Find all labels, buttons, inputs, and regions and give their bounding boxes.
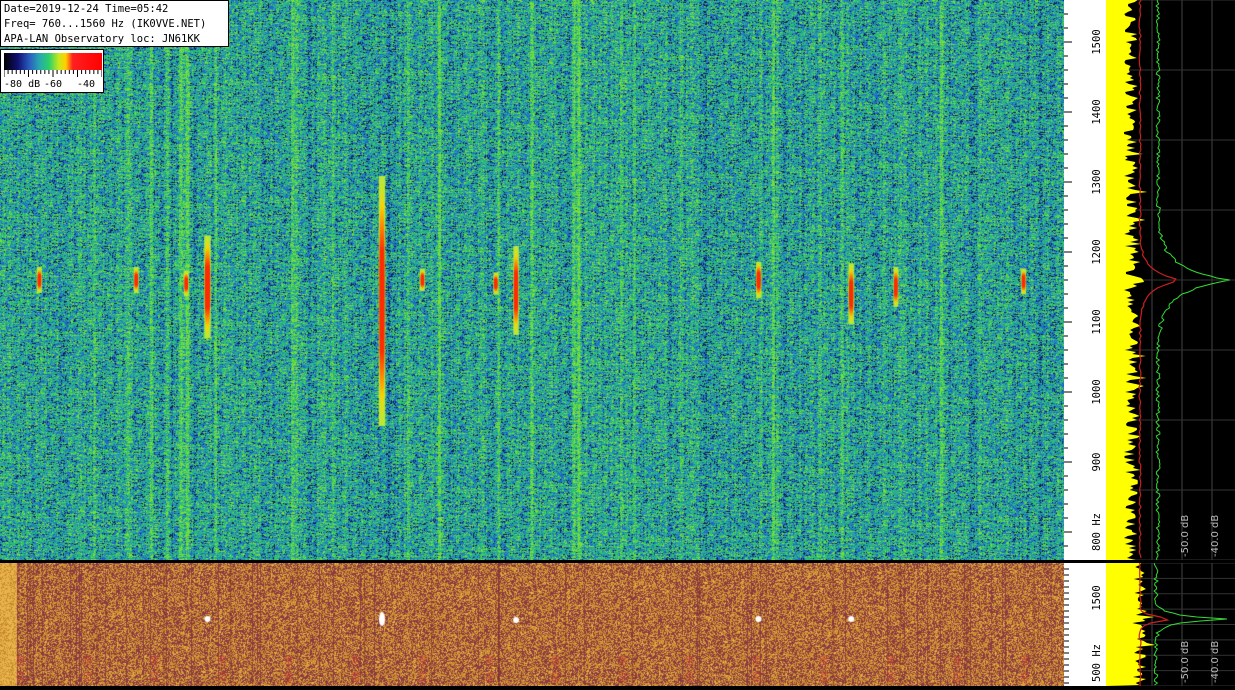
panel-separator	[0, 560, 1235, 563]
spectrum-db-label: -40.0 dB	[1210, 641, 1221, 683]
color-scale-labels: -80 dB -60 -40	[4, 79, 104, 91]
frequency-axis-longterm: 1500 500 Hz	[1064, 568, 1103, 684]
frequency-scale-main: 800 Hz 900 1000 1100 1200 1300 1400 1500	[1064, 0, 1106, 560]
longterm-waterfall-spectrogram	[0, 563, 1064, 686]
freq-tick-label: 1300	[1091, 169, 1103, 194]
spectrum-db-label: -40.0 dB	[1210, 515, 1221, 557]
info-box: Date=2019-12-24 Time=05:42 Freq= 760...1…	[0, 0, 229, 47]
freq-tick-label: 1200	[1091, 239, 1103, 264]
spectrum-plot-longterm: -50.0 dB -40.0 dB	[1106, 563, 1235, 686]
main-waterfall-spectrogram	[0, 0, 1064, 560]
freq-tick-label: 1000	[1091, 379, 1103, 404]
info-frequency-range: Freq= 760...1560 Hz (IK0VVE.NET)	[4, 18, 207, 30]
color-scale-label-max: -40	[77, 79, 96, 90]
freq-tick-label: 900	[1091, 453, 1103, 472]
freq-tick-label: 1400	[1091, 99, 1103, 124]
color-scale-label-mid: -60	[44, 79, 63, 90]
spectrum-db-label: -50.0 dB	[1180, 515, 1191, 557]
info-observatory: APA-LAN Observatory loc: JN61KK	[4, 33, 200, 45]
frequency-axis-main: 800 Hz 900 1000 1100 1200 1300 1400 1500	[1064, 13, 1103, 551]
color-scale-gradient	[4, 53, 102, 70]
freq-tick-label: 1100	[1091, 309, 1103, 334]
spectrum-plot-main: -50.0 dB -40.0 dB	[1106, 0, 1235, 560]
freq-tick-label: 800 Hz	[1091, 513, 1103, 551]
color-scale-legend: -80 dB -60 -40	[0, 49, 104, 93]
spectrum-db-label: -50.0 dB	[1180, 641, 1191, 683]
color-scale-ticks	[4, 70, 102, 77]
color-scale-label-min: -80 dB	[4, 79, 41, 90]
info-date-time: Date=2019-12-24 Time=05:42	[4, 3, 169, 15]
freq-tick-label: 500 Hz	[1091, 644, 1103, 682]
freq-tick-label: 1500	[1091, 29, 1103, 54]
frequency-scale-longterm: 1500 500 Hz	[1064, 563, 1106, 686]
freq-tick-label: 1500	[1091, 585, 1103, 610]
